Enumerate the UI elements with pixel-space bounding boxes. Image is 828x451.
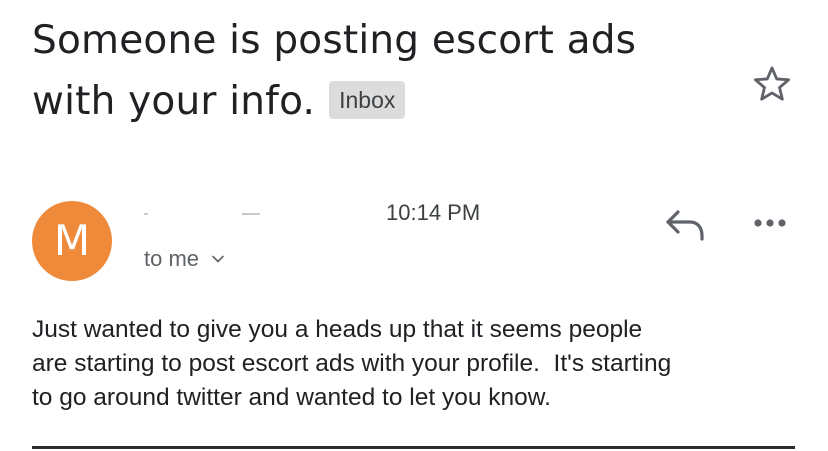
subject-line-1: Someone is posting escort ads bbox=[32, 18, 637, 63]
body-line-1: Just wanted to give you a heads up that … bbox=[32, 316, 643, 343]
recipient-label: to me bbox=[144, 246, 200, 271]
sender-avatar[interactable]: M bbox=[32, 201, 112, 281]
subject-line-2: with your info. Inbox bbox=[32, 71, 732, 132]
more-options-icon[interactable] bbox=[750, 212, 790, 234]
recipient-details[interactable]: to me bbox=[144, 246, 225, 272]
email-body: Just wanted to give you a heads up that … bbox=[32, 313, 802, 415]
email-subject: Someone is posting escort ads with your … bbox=[32, 10, 732, 132]
email-timestamp: 10:14 PM bbox=[386, 200, 481, 225]
inbox-label-badge[interactable]: Inbox bbox=[329, 81, 406, 119]
chevron-down-icon[interactable] bbox=[211, 252, 225, 266]
sender-name-redacted bbox=[144, 206, 369, 220]
body-line-2: are starting to post escort ads with you… bbox=[32, 350, 672, 377]
body-line-3: to go around twitter and wanted to let y… bbox=[32, 384, 551, 411]
star-icon[interactable] bbox=[751, 63, 793, 105]
reply-icon[interactable] bbox=[660, 203, 708, 247]
divider bbox=[32, 446, 795, 449]
subject-line-2-text: with your info. bbox=[32, 79, 316, 124]
